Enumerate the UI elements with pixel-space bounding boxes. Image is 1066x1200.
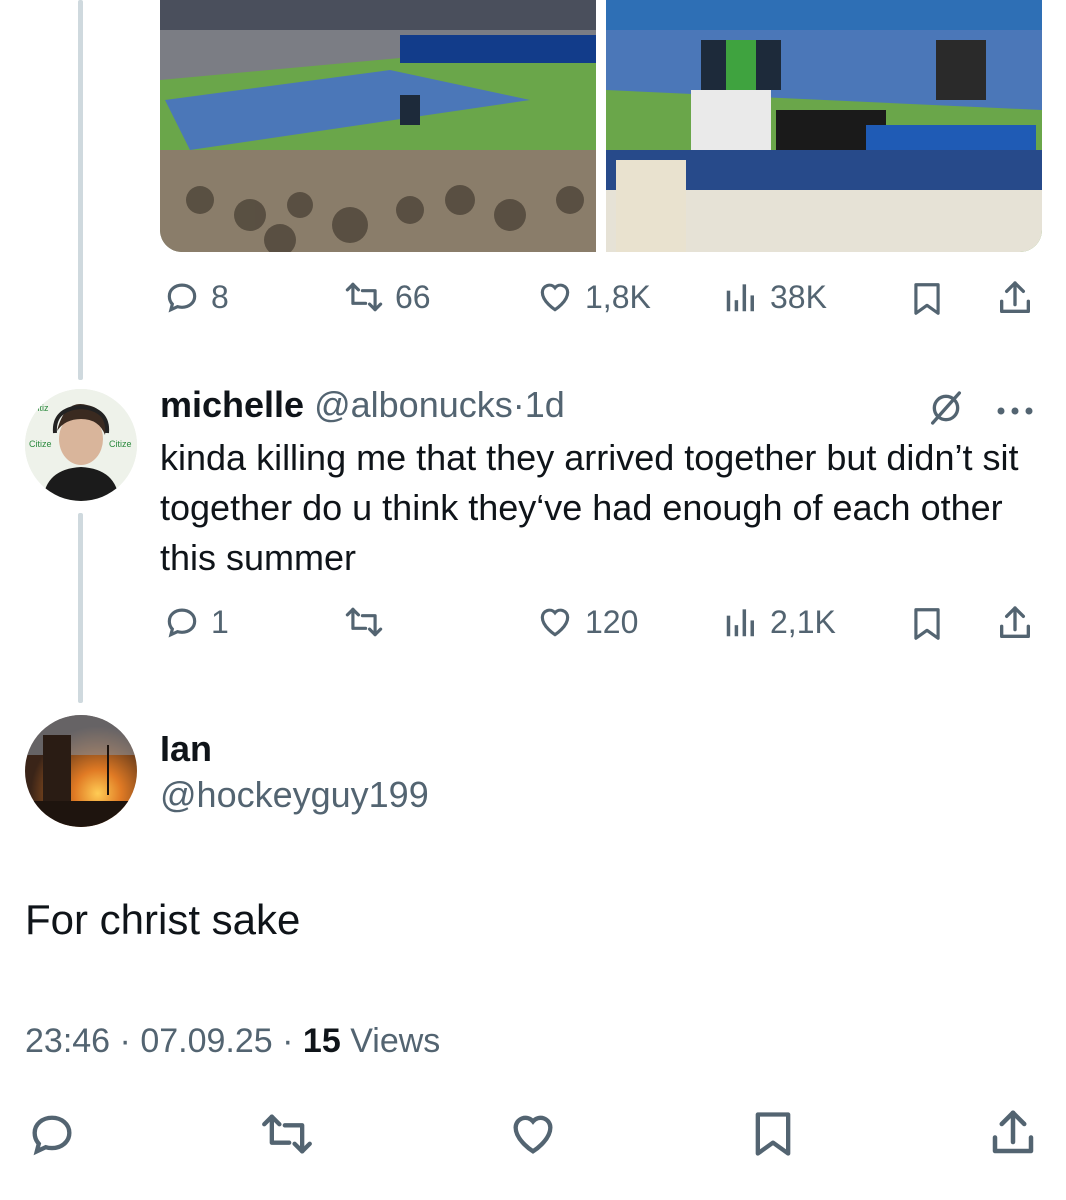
media-gallery[interactable] <box>160 0 1042 252</box>
bookmark-button[interactable] <box>908 604 946 644</box>
reply-button[interactable]: 1 <box>163 603 229 641</box>
media-image-1[interactable] <box>160 0 596 252</box>
share-icon <box>1000 281 1030 313</box>
heart-icon <box>540 608 570 637</box>
avatar-image: Citiz Citize Citize <box>25 389 137 501</box>
reply-icon <box>32 1115 72 1156</box>
views-count: 2,1K <box>770 603 836 640</box>
retweet-button[interactable] <box>343 603 395 641</box>
heart-icon <box>513 1115 553 1154</box>
thread-line-top <box>78 0 83 380</box>
retweet-icon <box>262 1114 312 1154</box>
reply-button[interactable]: 8 <box>163 278 229 316</box>
retweet-count: 66 <box>395 278 431 315</box>
retweet-icon <box>345 282 383 312</box>
views-count[interactable]: 15 <box>303 1022 341 1060</box>
reply-icon <box>167 608 197 638</box>
retweet-button[interactable] <box>258 1108 316 1165</box>
svg-text:Citize: Citize <box>109 439 132 449</box>
thread-line-bottom <box>78 513 83 703</box>
heart-icon <box>540 283 570 312</box>
reply-count: 8 <box>211 278 229 315</box>
retweet-icon <box>345 607 383 637</box>
reply-tweet-header: michelle @albonucks·1d <box>160 384 565 426</box>
like-button[interactable]: 120 <box>535 603 638 641</box>
bookmark-button[interactable] <box>908 279 946 319</box>
svg-text:Citize: Citize <box>29 439 52 449</box>
display-name[interactable]: michelle <box>160 384 304 425</box>
reply-icon <box>167 283 197 313</box>
media-image-2[interactable] <box>606 0 1042 252</box>
tweet-metadata: 23:46 · 07.09.25 · 15 Views <box>25 1022 440 1061</box>
views-button[interactable]: 2,1K <box>722 603 836 641</box>
bookmark-icon <box>755 1112 791 1156</box>
bookmark-button[interactable] <box>747 1106 799 1167</box>
share-icon <box>1000 606 1030 638</box>
avatar-michelle[interactable]: Citiz Citize Citize <box>25 389 137 501</box>
share-button[interactable] <box>995 603 1035 643</box>
handle[interactable]: @albonucks <box>314 384 513 425</box>
share-button[interactable] <box>986 1106 1040 1165</box>
like-count: 120 <box>585 603 639 640</box>
post-time[interactable]: 1d <box>525 384 565 425</box>
like-button[interactable]: 1,8K <box>535 278 651 316</box>
separator-dot: · <box>512 384 525 425</box>
main-tweet-action-bar <box>0 1105 1066 1165</box>
like-count: 1,8K <box>585 278 651 315</box>
separator-dot: · <box>282 1022 294 1060</box>
svg-text:Citiz: Citiz <box>31 403 49 413</box>
reply-button[interactable] <box>26 1108 78 1165</box>
like-button[interactable] <box>506 1108 560 1165</box>
views-icon <box>726 284 754 312</box>
reply-tweet-text: kinda killing me that they arrived toget… <box>160 437 1019 578</box>
more-options-icon[interactable] <box>996 403 1038 421</box>
views-count: 38K <box>770 278 827 315</box>
grok-icon[interactable] <box>926 388 966 433</box>
share-button[interactable] <box>995 278 1035 318</box>
bookmark-icon <box>914 608 940 640</box>
main-display-name[interactable]: Ian <box>160 728 212 770</box>
timestamp-date[interactable]: 07.09.25 <box>140 1022 272 1060</box>
timestamp-time[interactable]: 23:46 <box>25 1022 110 1060</box>
retweet-button[interactable]: 66 <box>343 278 431 316</box>
views-icon <box>726 609 754 637</box>
reply-count: 1 <box>211 603 229 640</box>
views-label: Views <box>350 1022 441 1060</box>
views-button[interactable]: 38K <box>722 278 827 316</box>
avatar-image <box>25 715 137 827</box>
share-icon <box>992 1110 1034 1154</box>
main-tweet-text: For christ sake <box>25 896 301 943</box>
bookmark-icon <box>914 283 940 315</box>
main-handle[interactable]: @hockeyguy199 <box>160 774 429 816</box>
avatar-ian[interactable] <box>25 715 137 827</box>
separator-dot: · <box>119 1022 131 1060</box>
